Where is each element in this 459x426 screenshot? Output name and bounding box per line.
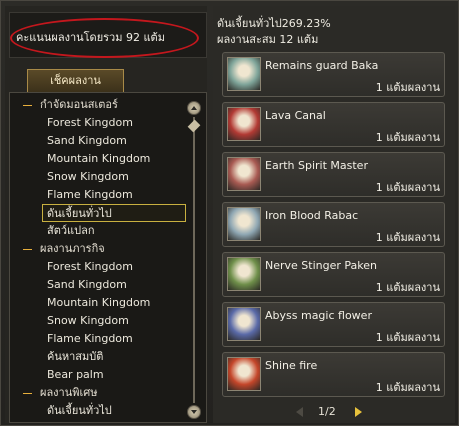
achievement-points: 1 แต้มผลงาน (375, 331, 440, 344)
scrollbar-track[interactable] (193, 117, 195, 403)
tree-item-label: ผลงานพิเศษ (40, 386, 98, 399)
achievement-title: Nerve Stinger Paken (265, 259, 377, 272)
tree-category[interactable]: กำจัดมอนสเตอร์ (23, 96, 118, 114)
previous-page-icon[interactable] (293, 405, 307, 419)
pager: 1/2 (213, 403, 455, 421)
abyss-magic-flower-portrait-icon (227, 307, 261, 341)
tree-item[interactable]: Forest Kingdom (47, 114, 133, 132)
tree-category[interactable]: ผลงานพิเศษ (23, 384, 98, 402)
achievement-title: Lava Canal (265, 109, 326, 122)
page-indicator: 1/2 (318, 405, 336, 418)
achievement-points: 1 แต้มผลงาน (375, 231, 440, 244)
tree-item-label: Flame Kingdom (47, 332, 133, 345)
left-panel: คะแนนผลงานโดยรวม 92 แต้ม เช็คผลงาน กำจัด… (5, 6, 207, 423)
earth-spirit-master-portrait-icon (227, 157, 261, 191)
achievement-window: คะแนนผลงานโดยรวม 92 แต้ม เช็คผลงาน กำจัด… (0, 0, 459, 426)
tree-item-label: Forest Kingdom (47, 260, 133, 273)
tab-check-achievements[interactable]: เช็คผลงาน (27, 69, 124, 92)
tree-item[interactable]: สัตว์แปลก (47, 222, 95, 240)
tree-item-label: สัตว์แปลก (47, 224, 95, 237)
category-tree: กำจัดมอนสเตอร์ Forest Kingdom Sand Kingdom… (9, 92, 207, 423)
achievement-points: 1 แต้มผลงาน (375, 181, 440, 194)
tree-item-label: ดันเจี้ยนทั่วไป (47, 207, 112, 220)
tree-item[interactable]: Sand Kingdom (47, 132, 127, 150)
nerve-stinger-paken-portrait-icon (227, 257, 261, 291)
achievement-title: Earth Spirit Master (265, 159, 368, 172)
tree-item-label: ดันเจี้ยนทั่วไป (47, 404, 112, 417)
tree-item-label: Sand Kingdom (47, 134, 127, 147)
achievement-title: Shine fire (265, 359, 318, 372)
tree-item-label: Snow Kingdom (47, 170, 129, 183)
achievement-card[interactable]: Earth Spirit Master 1 แต้มผลงาน (222, 152, 445, 197)
achievement-title: Abyss magic flower (265, 309, 372, 322)
lava-canal-portrait-icon (227, 107, 261, 141)
tree-item[interactable]: ดันเจี้ยนทั่วไป (47, 402, 112, 420)
tree-item[interactable]: Sand Kingdom (47, 276, 127, 294)
scroll-up-icon[interactable] (187, 101, 201, 115)
category-dash-icon (23, 248, 32, 250)
accumulated-points-text: ผลงานสะสม 12 แต้ม (217, 33, 319, 46)
tree-scrollbar[interactable] (187, 101, 201, 419)
tree-item-selected[interactable]: ดันเจี้ยนทั่วไป (42, 204, 186, 222)
category-dash-icon (23, 104, 32, 106)
tree-item-label: Bear palm (47, 368, 104, 381)
tree-category[interactable]: ผลงานภารกิจ (23, 240, 105, 258)
achievement-card[interactable]: Shine fire 1 แต้มผลงาน (222, 352, 445, 397)
scrollbar-thumb[interactable] (187, 119, 201, 133)
achievement-card[interactable]: Iron Blood Rabac 1 แต้มผลงาน (222, 202, 445, 247)
tree-item-label: ค้นหาสมบัติ (47, 350, 104, 363)
achievement-points: 1 แต้มผลงาน (375, 381, 440, 394)
achievement-points: 1 แต้มผลงาน (375, 131, 440, 144)
tree-item[interactable]: Flame Kingdom (47, 330, 133, 348)
achievement-title: Iron Blood Rabac (265, 209, 359, 222)
achievement-points: 1 แต้มผลงาน (375, 281, 440, 294)
tree-item-label: กำจัดมอนสเตอร์ (40, 98, 118, 111)
tree-item-label: ผลงานภารกิจ (40, 242, 105, 255)
highlight-oval (10, 18, 199, 58)
category-dash-icon (23, 392, 32, 394)
remains-guard-baka-portrait-icon (227, 57, 261, 91)
next-page-icon[interactable] (351, 405, 365, 419)
tree-item-label: Mountain Kingdom (47, 152, 151, 165)
tree-item[interactable]: Mountain Kingdom (47, 150, 150, 168)
scroll-down-icon[interactable] (187, 405, 201, 419)
tree-item-label: Forest Kingdom (47, 116, 133, 129)
tree-item[interactable]: Bear palm (47, 366, 104, 384)
tree-item[interactable]: Snow Kingdom (47, 168, 129, 186)
achievement-card[interactable]: Lava Canal 1 แต้มผลงาน (222, 102, 445, 147)
tree-item[interactable]: Forest Kingdom (47, 258, 133, 276)
total-score-box: คะแนนผลงานโดยรวม 92 แต้ม (9, 12, 207, 58)
achievement-card[interactable]: Remains guard Baka 1 แต้มผลงาน (222, 52, 445, 97)
tree-item[interactable]: ค้นหาสมบัติ (47, 348, 103, 366)
tree-item-label: Snow Kingdom (47, 314, 129, 327)
shine-fire-portrait-icon (227, 357, 261, 391)
achievement-card[interactable]: Abyss magic flower 1 แต้มผลงาน (222, 302, 445, 347)
achievement-card[interactable]: Nerve Stinger Paken 1 แต้มผลงาน (222, 252, 445, 297)
tree-item-label: Sand Kingdom (47, 278, 127, 291)
achievement-points: 1 แต้มผลงาน (375, 81, 440, 94)
tree-item-label: Mountain Kingdom (47, 296, 151, 309)
tree-item-label: Flame Kingdom (47, 188, 133, 201)
right-panel: ดันเจี้ยนทั่วไป269.23% ผลงานสะสม 12 แต้ม… (213, 6, 455, 423)
achievement-title: Remains guard Baka (265, 59, 379, 72)
tree-item[interactable]: Mountain Kingdom (47, 294, 150, 312)
tree-item[interactable]: Snow Kingdom (47, 312, 129, 330)
tree-item[interactable]: Flame Kingdom (47, 186, 133, 204)
iron-blood-rabac-portrait-icon (227, 207, 261, 241)
